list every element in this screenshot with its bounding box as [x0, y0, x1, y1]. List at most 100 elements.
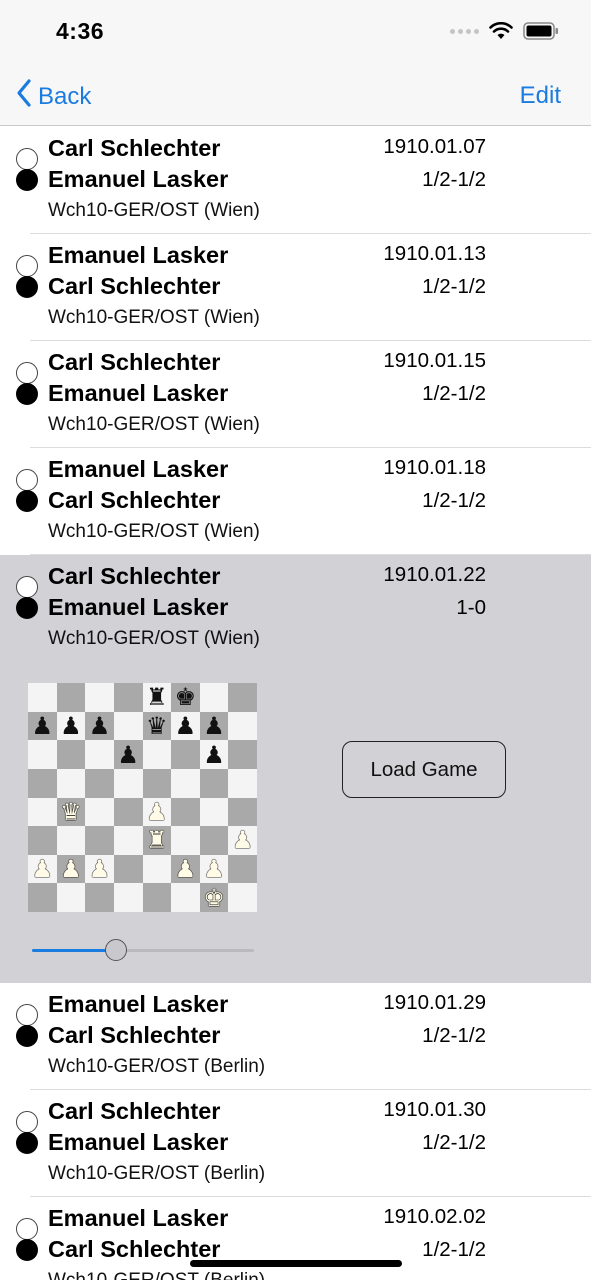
game-row[interactable]: Emanuel Lasker 1910.01.13 Carl Schlechte… — [0, 234, 591, 341]
black-pawn-icon: ♟ — [117, 740, 139, 769]
wifi-icon — [489, 22, 513, 40]
white-player-circle-icon — [16, 1111, 38, 1133]
game-date: 1910.01.18 — [383, 456, 486, 479]
game-row[interactable]: Carl Schlechter 1910.01.07 Emanuel Laske… — [0, 127, 591, 234]
game-event: Wch10-GER/OST (Berlin) — [48, 1270, 265, 1280]
white-player-name: Emanuel Lasker — [48, 242, 229, 268]
black-player-circle-icon — [16, 383, 38, 405]
board-square — [85, 883, 114, 912]
game-event: Wch10-GER/OST (Wien) — [48, 521, 260, 542]
game-date: 1910.01.15 — [383, 349, 486, 372]
game-event: Wch10-GER/OST (Berlin) — [48, 1163, 266, 1184]
game-event: Wch10-GER/OST (Berlin) — [48, 1056, 266, 1077]
home-indicator — [190, 1260, 402, 1267]
white-player-circle-icon — [16, 362, 38, 384]
white-player-circle-icon — [16, 1218, 38, 1240]
board-square — [28, 740, 57, 769]
slider-fill — [32, 949, 117, 952]
board-square: ♚ — [171, 683, 200, 712]
board-square: ♟ — [228, 826, 257, 855]
board-square — [28, 883, 57, 912]
board-square — [199, 826, 229, 855]
board-square — [85, 797, 114, 827]
board-square — [228, 854, 257, 884]
edit-button[interactable]: Edit — [520, 82, 561, 110]
game-row[interactable]: Carl Schlechter 1910.01.22 Emanuel Laske… — [0, 555, 591, 983]
white-player-name: Carl Schlechter — [48, 1098, 221, 1124]
game-event: Wch10-GER/OST (Wien) — [48, 628, 260, 649]
board-square — [28, 768, 57, 798]
black-queen-icon: ♛ — [146, 711, 168, 740]
game-list: Carl Schlechter 1910.01.07 Emanuel Laske… — [0, 127, 591, 1280]
black-player-name: Carl Schlechter — [48, 1236, 221, 1262]
back-button[interactable]: Back — [16, 78, 91, 115]
board-square: ♟ — [56, 711, 86, 741]
black-pawn-icon: ♟ — [31, 711, 54, 740]
black-player-circle-icon — [16, 1239, 38, 1261]
board-square — [28, 797, 57, 827]
game-row[interactable]: Emanuel Lasker 1910.01.29 Carl Schlechte… — [0, 983, 591, 1090]
black-pawn-icon: ♟ — [203, 711, 225, 740]
board-square — [228, 711, 257, 741]
slider-thumb[interactable] — [105, 939, 128, 961]
board-square — [113, 711, 143, 741]
game-event: Wch10-GER/OST (Wien) — [48, 307, 260, 328]
white-pawn-icon: ♟ — [60, 855, 82, 884]
board-square: ♟ — [56, 854, 86, 884]
board-square: ♟ — [85, 711, 114, 741]
board-square: ♟ — [171, 711, 200, 741]
back-label: Back — [38, 82, 92, 110]
board-square — [199, 797, 229, 827]
black-pawn-icon: ♟ — [88, 711, 111, 740]
board-square — [85, 826, 114, 855]
game-event: Wch10-GER/OST (Wien) — [48, 414, 260, 435]
white-pawn-icon: ♟ — [231, 826, 254, 855]
game-result: 1-0 — [456, 596, 486, 619]
black-king-icon: ♚ — [174, 683, 197, 712]
navigation-bar: Back Edit — [0, 66, 591, 126]
board-square: ♟ — [199, 740, 229, 769]
white-pawn-icon: ♟ — [31, 855, 54, 884]
game-row[interactable]: Carl Schlechter 1910.01.15 Emanuel Laske… — [0, 341, 591, 448]
black-player-circle-icon — [16, 276, 38, 298]
board-square: ♟ — [171, 854, 200, 884]
board-square: ♜ — [142, 683, 172, 712]
chevron-left-icon — [16, 78, 32, 115]
board-square — [28, 826, 57, 855]
board-square — [171, 740, 200, 769]
black-player-name: Carl Schlechter — [48, 1022, 221, 1048]
board-square — [56, 683, 86, 712]
board-square — [113, 683, 143, 712]
board-square — [85, 740, 114, 769]
game-result: 1/2-1/2 — [422, 168, 486, 191]
board-square: ♟ — [113, 740, 143, 769]
game-result: 1/2-1/2 — [422, 1238, 486, 1261]
board-square — [199, 768, 229, 798]
white-queen-icon: ♛ — [60, 797, 82, 826]
game-row[interactable]: Carl Schlechter 1910.01.30 Emanuel Laske… — [0, 1090, 591, 1197]
board-square — [28, 683, 57, 712]
white-player-name: Emanuel Lasker — [48, 991, 229, 1017]
load-game-button[interactable]: Load Game — [342, 741, 506, 798]
game-result: 1/2-1/2 — [422, 1024, 486, 1047]
move-slider[interactable] — [32, 937, 254, 963]
game-event: Wch10-GER/OST (Wien) — [48, 200, 260, 221]
game-date: 1910.01.13 — [383, 242, 486, 265]
white-player-name: Carl Schlechter — [48, 135, 221, 161]
black-player-circle-icon — [16, 1132, 38, 1154]
board-square — [228, 768, 257, 798]
white-pawn-icon: ♟ — [203, 855, 225, 884]
board-square — [56, 826, 86, 855]
white-player-name: Carl Schlechter — [48, 349, 221, 375]
game-date: 1910.02.02 — [383, 1205, 486, 1228]
board-square — [85, 683, 114, 712]
white-pawn-icon: ♟ — [174, 855, 197, 884]
black-pawn-icon: ♟ — [203, 740, 225, 769]
board-square — [142, 883, 172, 912]
board-square — [113, 797, 143, 827]
game-row[interactable]: Emanuel Lasker 1910.01.18 Carl Schlechte… — [0, 448, 591, 555]
game-row[interactable]: Emanuel Lasker 1910.02.02 Carl Schlechte… — [0, 1197, 591, 1280]
board-square — [171, 768, 200, 798]
board-square — [113, 768, 143, 798]
game-result: 1/2-1/2 — [422, 275, 486, 298]
